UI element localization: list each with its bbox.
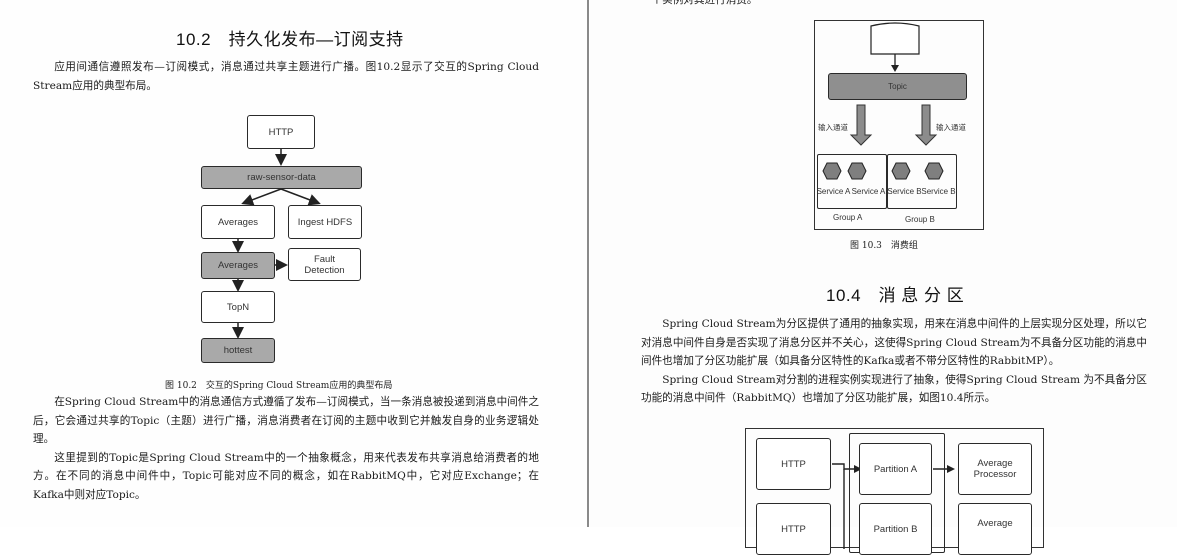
fig4-http-box-1: HTTP — [756, 438, 831, 490]
input-channel-label-right: 输入通道 — [936, 123, 966, 132]
arrow-raw-to-averages — [241, 188, 282, 206]
arrow-head-processor — [947, 465, 955, 473]
average-processor-box-1: Average Processor — [958, 443, 1032, 495]
figure-10-3-caption: 图 10.3 消费组 — [850, 241, 918, 251]
paragraph-partition-instances: Spring Cloud Stream对分割的进程实例实现进行了抽象，使得Spr… — [641, 373, 1147, 405]
node-hottest: hottest — [201, 338, 275, 363]
group-a-box — [817, 154, 887, 209]
figure-10-3: Topic 输入通道 输入通道 Service A Service A Serv… — [814, 20, 984, 230]
arrow-head-topic — [891, 65, 899, 72]
top-text-fragment-text: 一个实例对其进行消费。 — [641, 0, 758, 6]
figure-10-2-caption: 图 10.2 交互的Spring Cloud Stream应用的典型布局 — [165, 381, 393, 391]
partition-paragraphs: Spring Cloud Stream为分区提供了通用的抽象实现，用来在消息中间… — [641, 315, 1147, 408]
input-channel-label-left: 输入通道 — [818, 123, 848, 132]
figure-10-4: HTTP Partition A Average Processor HTTP … — [745, 428, 1044, 555]
topic-box: Topic — [828, 73, 967, 100]
input-channel-arrow-left — [849, 104, 873, 146]
input-channel-arrow-right — [914, 104, 938, 146]
service-b2-label: Service B — [921, 187, 956, 196]
page-divider — [587, 0, 589, 527]
service-a1-label: Service A — [816, 187, 851, 196]
top-text-fragment: 一个实例对其进行消费。 — [641, 0, 1147, 10]
paragraph-topic: 这里提到的Topic是Spring Cloud Stream中的一个抽象概念，用… — [33, 451, 539, 501]
paragraph-pubsub: 在Spring Cloud Stream中的消息通信方式遵循了发布—订阅模式，当… — [33, 396, 539, 445]
service-b1-label: Service B — [887, 187, 922, 196]
partition-a-box: Partition A — [859, 443, 932, 495]
figure-10-2: HTTP raw-sensor-data Averages Ingest HDF… — [0, 0, 587, 400]
node-raw-sensor-data: raw-sensor-data — [201, 166, 362, 189]
node-fault-detection: Fault Detection — [288, 248, 361, 281]
partition-b-box: Partition B — [859, 503, 932, 555]
body-paragraphs: 在Spring Cloud Stream中的消息通信方式遵循了发布—订阅模式，当… — [33, 393, 539, 504]
section-heading-10-4: 10.4 消 息 分 区 — [826, 286, 965, 305]
group-b-label: Group B — [905, 215, 935, 224]
paragraph-partition-abstraction: Spring Cloud Stream为分区提供了通用的抽象实现，用来在消息中间… — [641, 318, 1147, 367]
node-averages-gray: Averages — [201, 252, 275, 279]
average-processor-box-2: Average — [958, 503, 1032, 555]
figure-10-2-arrows — [232, 149, 321, 339]
node-ingest-hdfs: Ingest HDFS — [288, 205, 362, 239]
group-a-label: Group A — [833, 213, 863, 222]
node-topn: TopN — [201, 291, 275, 323]
left-page: 10.2 持久化发布—订阅支持 应用间通信遵照发布—订阅模式，消息通过共享主题进… — [0, 0, 587, 527]
fig4-http-box-2: HTTP — [756, 503, 831, 555]
producer-shape — [870, 22, 920, 55]
node-http: HTTP — [247, 115, 315, 149]
node-averages: Averages — [201, 205, 275, 239]
group-b-box — [887, 154, 957, 209]
right-page: 一个实例对其进行消费。 Topic 输入通道 输入通道 Service A Se… — [590, 0, 1177, 555]
service-a2-label: Service A — [851, 187, 886, 196]
arrow-raw-to-hdfs — [280, 188, 321, 206]
